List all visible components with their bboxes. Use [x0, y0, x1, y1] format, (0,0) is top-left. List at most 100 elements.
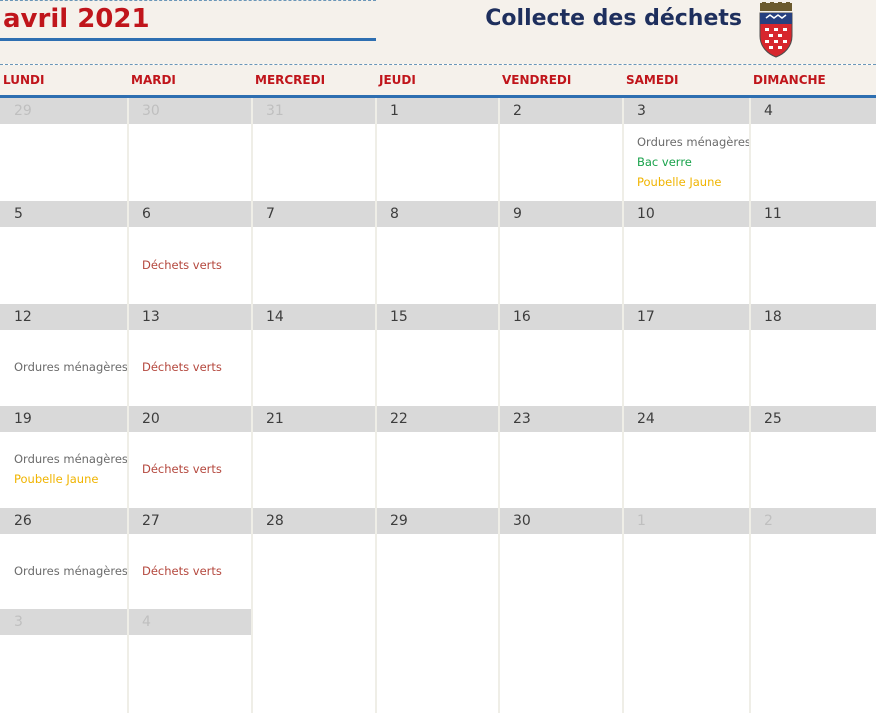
day-number: 30: [142, 103, 160, 119]
day-number: 8: [390, 206, 399, 222]
day-number: 23: [513, 411, 531, 427]
day-number: 13: [142, 309, 160, 325]
day-number: 2: [764, 513, 773, 529]
day-cell[interactable]: 5: [0, 201, 128, 304]
month-title: avril 2021: [3, 4, 150, 34]
day-number: 19: [14, 411, 32, 427]
day-cell[interactable]: 25: [750, 406, 876, 508]
day-cell[interactable]: 10: [623, 201, 750, 304]
day-number: 29: [390, 513, 408, 529]
day-number: 9: [513, 206, 522, 222]
collection-event: Ordures ménagères: [14, 452, 128, 466]
day-number: 4: [764, 103, 773, 119]
header-dotted-rule: [0, 0, 376, 1]
day-number: 22: [390, 411, 408, 427]
column-divider: [127, 98, 129, 713]
day-cell[interactable]: 8: [376, 201, 499, 304]
day-number: 28: [266, 513, 284, 529]
day-cell[interactable]: 12 Ordures ménagères: [0, 304, 128, 406]
weekday-mardi: MARDI: [131, 73, 176, 87]
collection-event: Ordures ménagères: [14, 563, 128, 578]
day-cell[interactable]: 2: [499, 98, 623, 201]
day-cell[interactable]: 4: [128, 609, 252, 713]
column-divider: [251, 98, 253, 713]
day-number: 2: [513, 103, 522, 119]
day-cell[interactable]: 31: [252, 98, 376, 201]
day-number: 30: [513, 513, 531, 529]
day-cell[interactable]: 6 Déchets verts: [128, 201, 252, 304]
day-cell[interactable]: 4: [750, 98, 876, 201]
day-number: 15: [390, 309, 408, 325]
day-cell[interactable]: 14: [252, 304, 376, 406]
collection-event: Ordures ménagères: [637, 134, 751, 149]
day-number: 27: [142, 513, 160, 529]
day-number: 16: [513, 309, 531, 325]
day-cell[interactable]: 24: [623, 406, 750, 508]
day-number: 3: [637, 103, 646, 119]
day-number: 17: [637, 309, 655, 325]
day-cell[interactable]: 2: [750, 508, 876, 609]
day-number: 26: [14, 513, 32, 529]
day-cell[interactable]: 29: [0, 98, 128, 201]
weekday-mercredi: MERCREDI: [255, 73, 326, 87]
title-underline: [0, 38, 376, 41]
day-cell[interactable]: 17: [623, 304, 750, 406]
day-cell[interactable]: 13 Déchets verts: [128, 304, 252, 406]
weekday-samedi: SAMEDI: [626, 73, 679, 87]
day-cell[interactable]: 22: [376, 406, 499, 508]
day-number: 18: [764, 309, 782, 325]
collection-event: Bac verre: [637, 154, 692, 169]
day-number: 12: [14, 309, 32, 325]
day-number: 25: [764, 411, 782, 427]
day-cell[interactable]: 7: [252, 201, 376, 304]
day-number: 20: [142, 411, 160, 427]
day-cell[interactable]: 18: [750, 304, 876, 406]
collection-event: Poubelle Jaune: [637, 174, 722, 189]
weekday-lundi: LUNDI: [3, 73, 45, 87]
column-divider: [375, 98, 377, 713]
day-cell[interactable]: 19 Ordures ménagères Poubelle Jaune: [0, 406, 128, 508]
collection-event: Déchets verts: [142, 257, 222, 272]
column-divider: [622, 98, 624, 713]
day-number: 10: [637, 206, 655, 222]
day-number: 5: [14, 206, 23, 222]
day-cell[interactable]: 21: [252, 406, 376, 508]
weekday-vendredi: VENDREDI: [502, 73, 572, 87]
day-cell[interactable]: 3 Ordures ménagères Bac verre Poubelle Jaun…: [623, 98, 751, 201]
weekday-dimanche: DIMANCHE: [753, 73, 826, 87]
day-number: 4: [142, 614, 151, 630]
municipal-crest-icon: [759, 2, 793, 58]
day-cell[interactable]: 26 Ordures ménagères: [0, 508, 128, 609]
day-number: 3: [14, 614, 23, 630]
day-number: 1: [637, 513, 646, 529]
day-cell[interactable]: 3: [0, 609, 128, 713]
day-cell[interactable]: 23: [499, 406, 623, 508]
day-cell[interactable]: 15: [376, 304, 499, 406]
weekday-jeudi: JEUDI: [379, 73, 416, 87]
app-title: Collecte des déchets: [485, 6, 742, 31]
day-cell[interactable]: 11: [750, 201, 876, 304]
day-cell[interactable]: 1: [623, 508, 750, 609]
day-cell[interactable]: 30: [128, 98, 252, 201]
day-cell[interactable]: 9: [499, 201, 623, 304]
collection-event: Déchets verts: [142, 462, 222, 476]
collection-event: Déchets verts: [142, 360, 222, 374]
day-cell[interactable]: 20 Déchets verts: [128, 406, 252, 508]
day-number: 1: [390, 103, 399, 119]
day-cell[interactable]: 29: [376, 508, 499, 609]
day-cell[interactable]: 16: [499, 304, 623, 406]
day-number: 11: [764, 206, 782, 222]
day-number: 14: [266, 309, 284, 325]
day-cell[interactable]: 30: [499, 508, 623, 609]
collection-event: Poubelle Jaune: [14, 472, 99, 486]
day-cell[interactable]: 27 Déchets verts: [128, 508, 252, 609]
day-number: 7: [266, 206, 275, 222]
day-cell[interactable]: 1: [376, 98, 499, 201]
collection-event: Ordures ménagères: [14, 360, 128, 374]
day-number: 24: [637, 411, 655, 427]
day-number: 21: [266, 411, 284, 427]
day-cell[interactable]: 28: [252, 508, 376, 609]
collection-event: Déchets verts: [142, 563, 222, 578]
day-number: 6: [142, 206, 151, 222]
day-number: 29: [14, 103, 32, 119]
